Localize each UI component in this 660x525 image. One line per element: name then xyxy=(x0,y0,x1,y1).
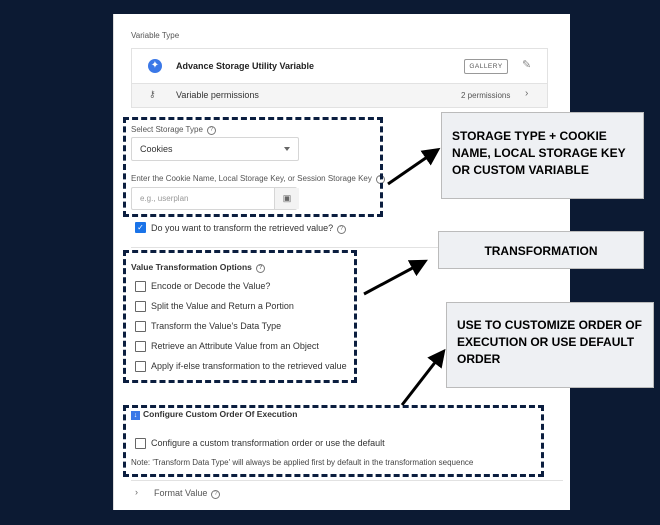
order-arrow xyxy=(400,348,446,406)
transformation-arrow xyxy=(363,259,428,296)
storage-arrow xyxy=(387,147,441,186)
annotation-arrows xyxy=(363,147,446,406)
